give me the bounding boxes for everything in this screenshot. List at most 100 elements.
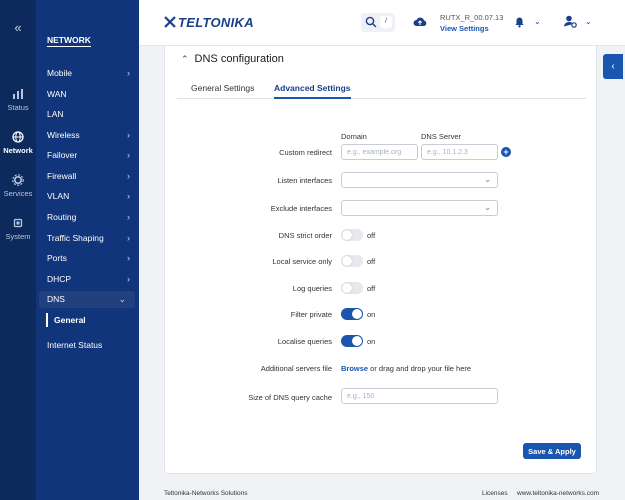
chevron-down-icon: ⌄	[118, 294, 126, 304]
custom-redirect-server-input[interactable]	[421, 144, 498, 160]
sidebar-item-label: DNS	[47, 294, 65, 304]
gear-icon	[12, 174, 24, 186]
sidebar-item-dns[interactable]: DNS ⌄	[39, 291, 135, 308]
cpu-icon	[13, 218, 23, 228]
sidebar-item-routing[interactable]: Routing ›	[36, 209, 139, 226]
listen-interfaces-select[interactable]: ⌄	[341, 172, 498, 188]
dns-configuration-card: ⌃ DNS configuration General Settings Adva…	[164, 46, 597, 474]
chevron-up-icon: ⌃	[181, 54, 189, 64]
sidebar-subitem-general[interactable]: General	[46, 313, 86, 327]
toggle-knob	[342, 256, 352, 266]
rail-item-services[interactable]: Services	[0, 174, 36, 198]
local-service-only-label: Local service only	[272, 257, 332, 266]
top-bar: TELTONIKA / RUTX_R_00.07.13 View Setting…	[139, 0, 625, 46]
icon-rail: « Status Network Services System	[0, 0, 36, 500]
double-chevron-left-icon[interactable]: «	[0, 20, 36, 35]
licenses-link[interactable]: Licenses	[482, 490, 508, 497]
sidebar-item-label: Wireless	[47, 130, 80, 140]
localise-queries-toggle[interactable]	[341, 335, 363, 347]
sidebar-item-ports[interactable]: Ports ›	[36, 250, 139, 267]
sidebar-item-label: VLAN	[47, 191, 70, 201]
column-header-domain: Domain	[341, 132, 367, 141]
toggle-state: on	[367, 310, 376, 319]
toggle-knob	[342, 283, 352, 293]
sidebar-item-wireless[interactable]: Wireless ›	[36, 127, 139, 144]
custom-redirect-label: Custom redirect	[279, 148, 332, 157]
sidebar-item-vlan[interactable]: VLAN ›	[36, 188, 139, 205]
chevron-down-icon: ⌄	[484, 175, 491, 184]
toggle-knob	[352, 309, 362, 319]
browse-link[interactable]: Browse	[341, 364, 368, 373]
add-redirect-button[interactable]: +	[501, 147, 511, 157]
exclude-interfaces-select[interactable]: ⌄	[341, 200, 498, 216]
cloud-upload-icon[interactable]	[413, 15, 427, 29]
globe-icon	[12, 131, 24, 143]
sidebar-item-firewall[interactable]: Firewall ›	[36, 168, 139, 185]
chevron-down-icon: ⌄	[484, 203, 491, 212]
sidebar-item-label: Firewall	[47, 171, 77, 181]
sidebar-item-label: Routing	[47, 212, 77, 222]
sidebar-item-wan[interactable]: WAN	[36, 86, 139, 103]
custom-redirect-domain-input[interactable]	[341, 144, 418, 160]
dns-strict-order-toggle[interactable]	[341, 229, 363, 241]
pulse-icon	[13, 89, 23, 99]
side-panel-toggle[interactable]: ‹	[603, 54, 623, 79]
user-settings-icon[interactable]	[563, 14, 577, 28]
sidebar-item-label: Traffic Shaping	[47, 233, 104, 243]
view-settings-link[interactable]: View Settings	[440, 24, 503, 33]
log-queries-toggle[interactable]	[341, 282, 363, 294]
rail-item-label: Network	[3, 146, 33, 155]
section-header[interactable]: ⌃ DNS configuration	[181, 53, 284, 65]
rail-item-system[interactable]: System	[0, 217, 36, 241]
sidebar-item-mobile[interactable]: Mobile ›	[36, 65, 139, 82]
rail-item-status[interactable]: Status	[0, 88, 36, 112]
chevron-right-icon: ›	[127, 171, 130, 181]
website-link[interactable]: www.teltonika-networks.com	[517, 490, 599, 497]
chevron-right-icon: ›	[127, 274, 130, 284]
chevron-left-icon: ‹	[611, 61, 615, 72]
teltonika-logo[interactable]: TELTONIKA	[164, 15, 254, 30]
rail-item-label: Services	[3, 189, 33, 198]
chevron-down-icon[interactable]: ⌄	[585, 17, 592, 26]
exclude-interfaces-label: Exclude interfaces	[270, 204, 332, 213]
sidebar-item-traffic-shaping[interactable]: Traffic Shaping ›	[36, 230, 139, 247]
rail-item-network[interactable]: Network	[0, 131, 36, 155]
sidebar-item-label: Mobile	[47, 68, 73, 78]
tab-general-settings[interactable]: General Settings	[191, 79, 254, 99]
log-queries-label: Log queries	[292, 284, 332, 293]
save-apply-button[interactable]: Save & Apply	[523, 443, 581, 459]
dns-query-cache-input[interactable]	[341, 388, 498, 404]
sidebar-item-label: LAN	[47, 109, 64, 119]
chevron-down-icon[interactable]: ⌄	[534, 17, 541, 26]
toggle-state: off	[367, 257, 376, 266]
localise-queries-label: Localise queries	[277, 337, 332, 346]
search-button[interactable]: /	[361, 13, 395, 32]
chevron-right-icon: ›	[127, 150, 130, 160]
page-title: DNS configuration	[194, 53, 284, 65]
toggle-state: on	[367, 337, 376, 346]
sidebar-item-failover[interactable]: Failover ›	[36, 147, 139, 164]
sidebar-item-label: Internet Status	[47, 340, 103, 350]
sidebar-item-internet-status[interactable]: Internet Status	[36, 337, 139, 354]
toggle-state: off	[367, 284, 376, 293]
footer: Teltonika-Networks Solutions Licenses ww…	[139, 486, 625, 500]
filter-private-label: Filter private	[290, 310, 332, 319]
chevron-right-icon: ›	[127, 191, 130, 201]
file-drop-zone[interactable]: Browse or drag and drop your file here	[341, 364, 471, 373]
chevron-right-icon: ›	[127, 212, 130, 222]
tab-advanced-settings[interactable]: Advanced Settings	[274, 79, 351, 99]
rail-item-label: Status	[7, 103, 29, 112]
dns-query-cache-label: Size of DNS query cache	[248, 393, 332, 402]
local-service-only-toggle[interactable]	[341, 255, 363, 267]
network-sidebar: NETWORK Mobile › WAN LAN Wireless › Failov…	[36, 0, 139, 500]
sidebar-item-lan[interactable]: LAN	[36, 106, 139, 123]
toggle-state: off	[367, 231, 376, 240]
sidebar-item-label: Ports	[47, 253, 67, 263]
sidebar-item-dhcp[interactable]: DHCP ›	[36, 271, 139, 288]
toggle-knob	[342, 230, 352, 240]
listen-interfaces-label: Listen interfaces	[277, 176, 332, 185]
bell-icon[interactable]	[513, 15, 526, 28]
chevron-right-icon: ›	[127, 130, 130, 140]
filter-private-toggle[interactable]	[341, 308, 363, 320]
firmware-version: RUTX_R_00.07.13	[440, 13, 504, 22]
